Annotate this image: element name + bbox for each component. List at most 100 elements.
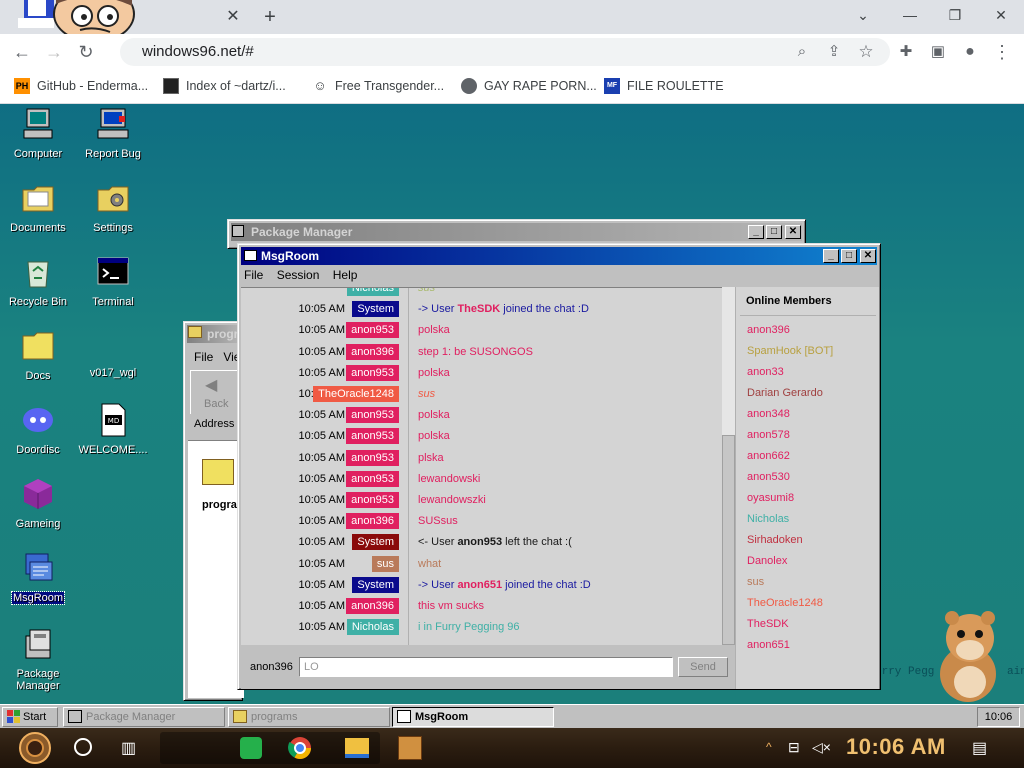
member-item[interactable]: anon578 — [747, 429, 790, 441]
start-button[interactable]: Start — [2, 707, 58, 727]
close-button[interactable]: ✕ — [860, 249, 876, 263]
member-item[interactable]: SpamHook [BOT] — [747, 345, 833, 357]
folder-label[interactable]: progra — [202, 499, 237, 511]
bookmark-globe-link[interactable]: GAY RAPE PORN... — [461, 78, 597, 96]
task-view-icon[interactable]: ▥ — [121, 738, 141, 757]
member-item[interactable]: oyasumi8 — [747, 492, 794, 504]
member-item[interactable]: anon651 — [747, 639, 790, 651]
message-username[interactable]: anon396 — [346, 598, 399, 614]
hamster-mascot-icon[interactable] — [926, 604, 1006, 704]
side-panel-icon[interactable]: ▣ — [926, 40, 950, 64]
back-arrow-icon[interactable]: ← — [10, 40, 34, 64]
maximize-button[interactable]: □ — [841, 249, 857, 263]
chat-log[interactable]: Nicholas sus 10:05 AM System -> User TheSDK … — [241, 287, 735, 645]
message-username[interactable]: sus — [371, 555, 399, 572]
bookmark-github[interactable]: PH GitHub - Enderma... — [14, 78, 148, 96]
menu-file[interactable]: File — [244, 268, 263, 282]
chat-scrollbar[interactable] — [722, 287, 735, 645]
member-item[interactable]: sus — [747, 576, 764, 588]
chat-scrollbar-thumb[interactable] — [722, 435, 735, 645]
desktop-icon-welcome[interactable]: MD WELCOME.... — [75, 402, 151, 456]
notifications-icon[interactable]: ▤ — [972, 738, 987, 758]
member-item[interactable]: TheSDK — [747, 618, 789, 630]
program-folder-icon[interactable] — [202, 459, 234, 485]
minimize-button[interactable]: _ — [748, 225, 764, 239]
message-username[interactable]: anon953 — [346, 364, 399, 381]
extensions-puzzle-icon[interactable]: ✚ — [894, 40, 918, 64]
message-username[interactable]: Nicholas — [346, 619, 399, 636]
spotify-sheets-icon[interactable] — [240, 737, 262, 759]
member-item[interactable]: anon348 — [747, 408, 790, 420]
show-hidden-icons-icon[interactable]: ^ — [766, 740, 772, 754]
message-username[interactable]: anon953 — [346, 407, 399, 424]
menu-help[interactable]: Help — [333, 268, 358, 282]
taskbar-clock[interactable]: 10:06 AM — [846, 734, 946, 760]
file-explorer-icon[interactable] — [345, 738, 369, 758]
game-app-icon[interactable] — [398, 736, 422, 760]
search-icon[interactable]: ⌕ — [790, 40, 814, 64]
message-username[interactable]: anon953 — [346, 449, 399, 466]
message-username[interactable]: TheOracle1248 — [313, 386, 399, 402]
message-username[interactable]: anon953 — [346, 492, 399, 508]
message-input[interactable] — [299, 657, 673, 677]
minimize-button[interactable]: — — [895, 4, 925, 26]
desktop-icon-package-manager[interactable]: Package Manager — [0, 626, 76, 692]
desktop-icon-terminal[interactable]: Terminal — [75, 254, 151, 308]
chrome-menu-icon[interactable]: ⋮ — [990, 40, 1014, 64]
desktop-icon-gameing[interactable]: Gameing — [0, 476, 76, 530]
bookmark-free-transgender[interactable]: ☺ Free Transgender... — [312, 78, 444, 96]
maximize-button[interactable]: □ — [766, 225, 782, 239]
message-username[interactable]: System — [352, 576, 399, 593]
volume-muted-icon[interactable]: ◁× — [812, 739, 831, 756]
msgroom-titlebar[interactable]: MsgRoom _ □ ✕ — [241, 247, 877, 265]
network-icon[interactable]: ⊟ — [788, 739, 800, 756]
message-username[interactable]: anon953 — [346, 428, 399, 445]
close-window-button[interactable]: ✕ — [986, 4, 1016, 26]
back-button[interactable]: ◀ Back — [190, 370, 240, 414]
url-text[interactable]: windows96.net/# — [142, 43, 254, 60]
desktop-icon-recycle-bin[interactable]: Recycle Bin — [0, 254, 76, 308]
bookmark-file-roulette[interactable]: MF FILE ROULETTE — [604, 78, 724, 96]
desktop-icon-computer[interactable]: Computer — [0, 106, 76, 160]
member-item[interactable]: Danolex — [747, 555, 787, 567]
member-item[interactable]: anon396 — [747, 324, 790, 336]
message-username[interactable]: anon953 — [346, 470, 399, 487]
menu-session[interactable]: Session — [277, 268, 320, 282]
member-item[interactable]: Nicholas — [747, 513, 789, 525]
member-item[interactable]: anon530 — [747, 471, 790, 483]
bookmark-dartz-index[interactable]: Index of ~dartz/i... — [163, 78, 286, 96]
msgroom-window[interactable]: MsgRoom _ □ ✕ File Session Help Nicholas… — [237, 243, 881, 690]
message-username[interactable]: System — [352, 301, 399, 318]
cortana-circle-icon[interactable] — [74, 738, 92, 756]
close-button[interactable]: ✕ — [785, 225, 801, 239]
member-item[interactable]: Sirhadoken — [747, 534, 803, 546]
member-item[interactable]: anon33 — [747, 366, 784, 378]
desktop-icon-v017-wgl[interactable]: v017_wgl — [75, 328, 151, 379]
message-username[interactable]: anon396 — [346, 343, 399, 360]
tab-search-chevron-icon[interactable]: ⌄ — [848, 4, 878, 26]
programs-explorer-window[interactable]: progr File Vie ◀ Back Address progra — [183, 321, 244, 701]
menu-file[interactable]: File — [194, 350, 213, 364]
task-package-manager[interactable]: Package Manager — [63, 707, 225, 727]
reload-icon[interactable]: ↻ — [74, 40, 98, 64]
member-item[interactable]: Darian Gerardo — [747, 387, 823, 399]
task-msgroom[interactable]: MsgRoom — [392, 707, 554, 727]
steampunk-start-icon[interactable] — [14, 731, 56, 765]
package-manager-titlebar[interactable]: Package Manager _ □ ✕ — [231, 223, 802, 241]
forward-arrow-icon[interactable]: → — [42, 40, 66, 64]
chrome-icon[interactable] — [288, 736, 312, 760]
desktop-icon-doordisc[interactable]: Doordisc — [0, 402, 76, 456]
desktop-icon-settings[interactable]: Settings — [75, 180, 151, 234]
profile-avatar-icon[interactable]: ● — [958, 40, 982, 64]
message-username[interactable]: Nicholas — [346, 288, 399, 296]
desktop-icon-documents[interactable]: Documents — [0, 180, 76, 234]
message-username[interactable]: anon953 — [346, 322, 399, 339]
message-username[interactable]: anon396 — [346, 513, 399, 530]
desktop-icon-report-bug[interactable]: Report Bug — [75, 106, 151, 160]
new-tab-button[interactable]: + — [258, 5, 282, 29]
share-icon[interactable]: ⇪ — [822, 40, 846, 64]
address-bar[interactable]: windows96.net/# — [120, 38, 890, 66]
bookmark-star-icon[interactable]: ☆ — [854, 40, 878, 64]
task-programs[interactable]: programs — [228, 707, 390, 727]
desktop-icon-docs[interactable]: Docs — [0, 328, 76, 382]
